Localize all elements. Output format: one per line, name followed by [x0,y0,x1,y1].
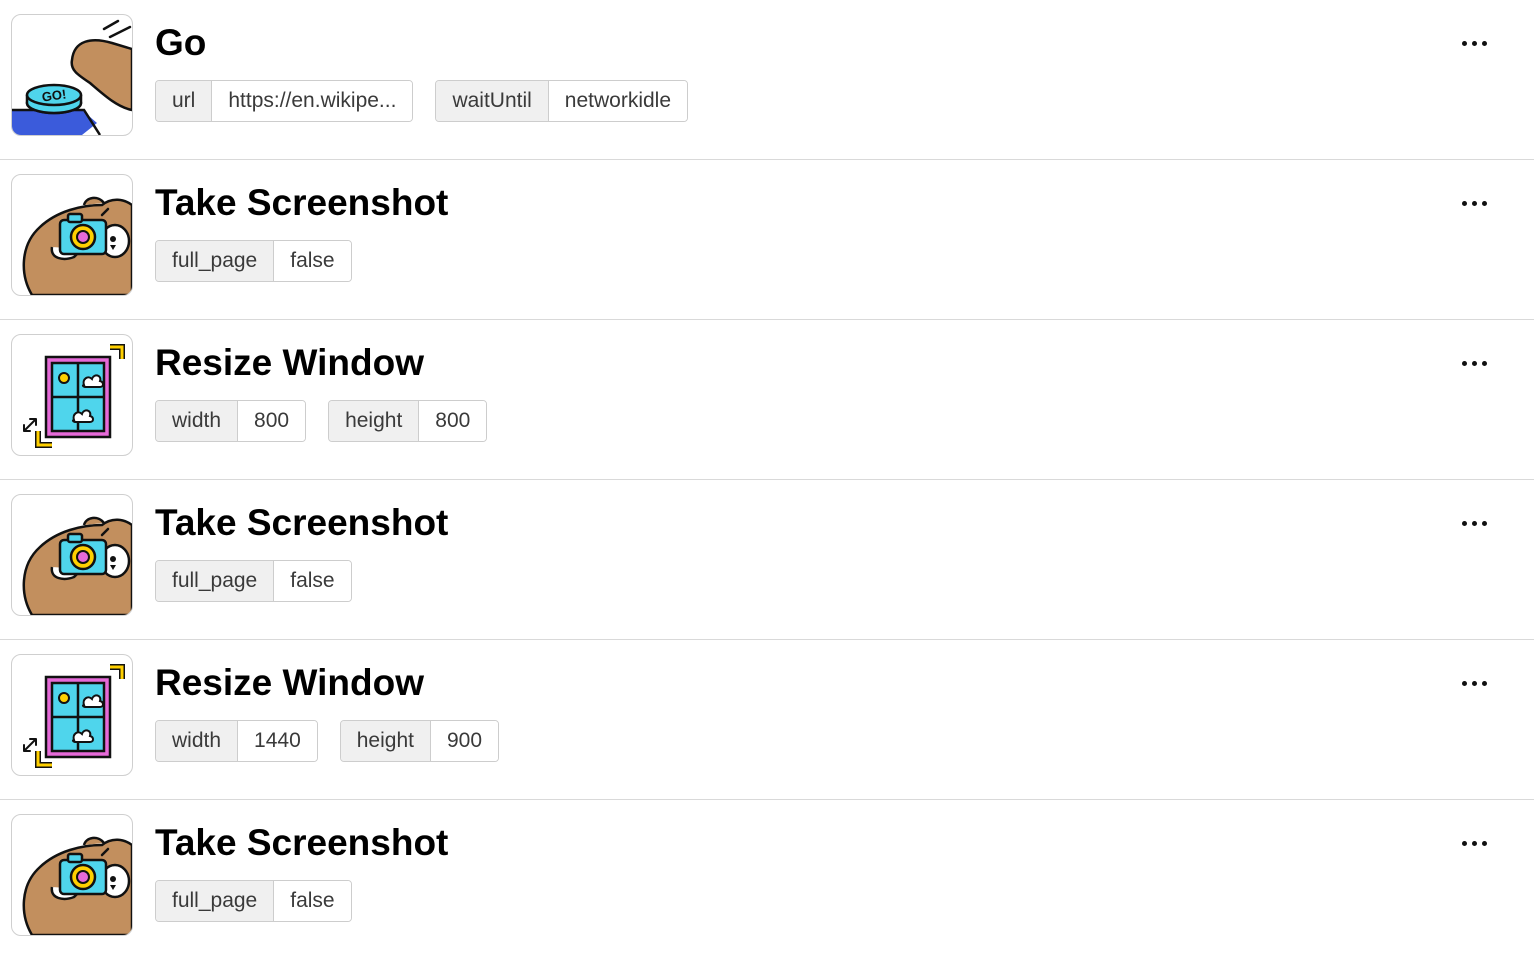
dot [1461,520,1467,526]
more-options-button[interactable] [1454,668,1494,698]
more-options-button[interactable] [1454,28,1494,58]
step-title: Resize Window [155,342,424,383]
step-thumbnail [11,174,133,296]
param-key: full_page [156,561,275,601]
step-thumbnail: GO! [11,14,133,136]
more-options-button[interactable] [1454,348,1494,378]
step-params: full_page false [155,240,352,282]
param-key: width [156,721,239,761]
param-chip-full_page[interactable]: full_page false [155,560,352,602]
step-params: width 1440 height 900 [155,720,500,762]
param-chip-full_page[interactable]: full_page false [155,240,352,282]
step-row[interactable]: Resize Window width 800 height 800 [0,320,1534,480]
param-chip-height[interactable]: height 900 [339,720,500,762]
step-title: Take Screenshot [155,822,449,863]
step-list: GO! Go url https://en.wikipe... waitUntil n… [0,0,1534,960]
param-key: url [156,81,213,121]
step-thumbnail [11,814,133,936]
param-chip-height[interactable]: height 800 [328,400,488,442]
param-chip-width[interactable]: width 1440 [155,720,318,762]
resize-window-icon [12,335,132,455]
dot [1461,200,1467,206]
step-title: Take Screenshot [155,502,449,543]
step-row[interactable]: Take Screenshot full_page false [0,800,1534,960]
step-thumbnail [11,494,133,616]
dot [1471,200,1477,206]
dot [1481,680,1487,686]
step-thumbnail [11,334,133,456]
param-key: waitUntil [436,81,549,121]
step-row[interactable]: Resize Window width 1440 height 900 [0,640,1534,800]
step-params: full_page false [155,880,352,922]
step-row[interactable]: Take Screenshot full_page false [0,160,1534,320]
step-params: width 800 height 800 [155,400,488,442]
dot [1481,520,1487,526]
step-title: Resize Window [155,662,424,703]
param-value: https://en.wikipe... [212,81,413,121]
dot [1471,520,1477,526]
step-row[interactable]: Take Screenshot full_page false [0,480,1534,640]
param-value: false [274,881,351,921]
dot [1481,840,1487,846]
param-value: false [274,561,351,601]
dot [1461,840,1467,846]
more-options-button[interactable] [1454,508,1494,538]
screenshot-camera-icon [12,495,132,615]
dot [1461,40,1467,46]
step-title: Take Screenshot [155,182,449,223]
step-params: full_page false [155,560,352,602]
go-button-icon: GO! [12,15,132,135]
param-value: networkidle [548,81,688,121]
step-thumbnail [11,654,133,776]
step-params: url https://en.wikipe... waitUntil networki… [155,80,689,122]
resize-window-icon [12,655,132,775]
screenshot-camera-icon [12,175,132,295]
dot [1481,40,1487,46]
param-chip-width[interactable]: width 800 [155,400,307,442]
param-value: 900 [430,721,499,761]
param-value: false [274,241,351,281]
dot [1461,360,1467,366]
param-chip-waitUntil[interactable]: waitUntil networkidle [435,80,689,122]
more-options-button[interactable] [1454,828,1494,858]
param-key: height [340,721,431,761]
step-title: Go [155,22,207,63]
dot [1481,360,1487,366]
param-value: 1440 [238,721,317,761]
dot [1471,680,1477,686]
param-value: 800 [419,401,487,441]
dot [1471,840,1477,846]
param-key: full_page [156,881,275,921]
dot [1471,360,1477,366]
dot [1461,680,1467,686]
screenshot-camera-icon [12,815,132,935]
param-key: full_page [156,241,275,281]
dot [1481,200,1487,206]
more-options-button[interactable] [1454,188,1494,218]
param-key: height [329,401,420,441]
param-chip-url[interactable]: url https://en.wikipe... [155,80,414,122]
param-value: 800 [238,401,306,441]
param-chip-full_page[interactable]: full_page false [155,880,352,922]
param-key: width [156,401,239,441]
dot [1471,40,1477,46]
step-row[interactable]: GO! Go url https://en.wikipe... waitUntil n… [0,0,1534,160]
